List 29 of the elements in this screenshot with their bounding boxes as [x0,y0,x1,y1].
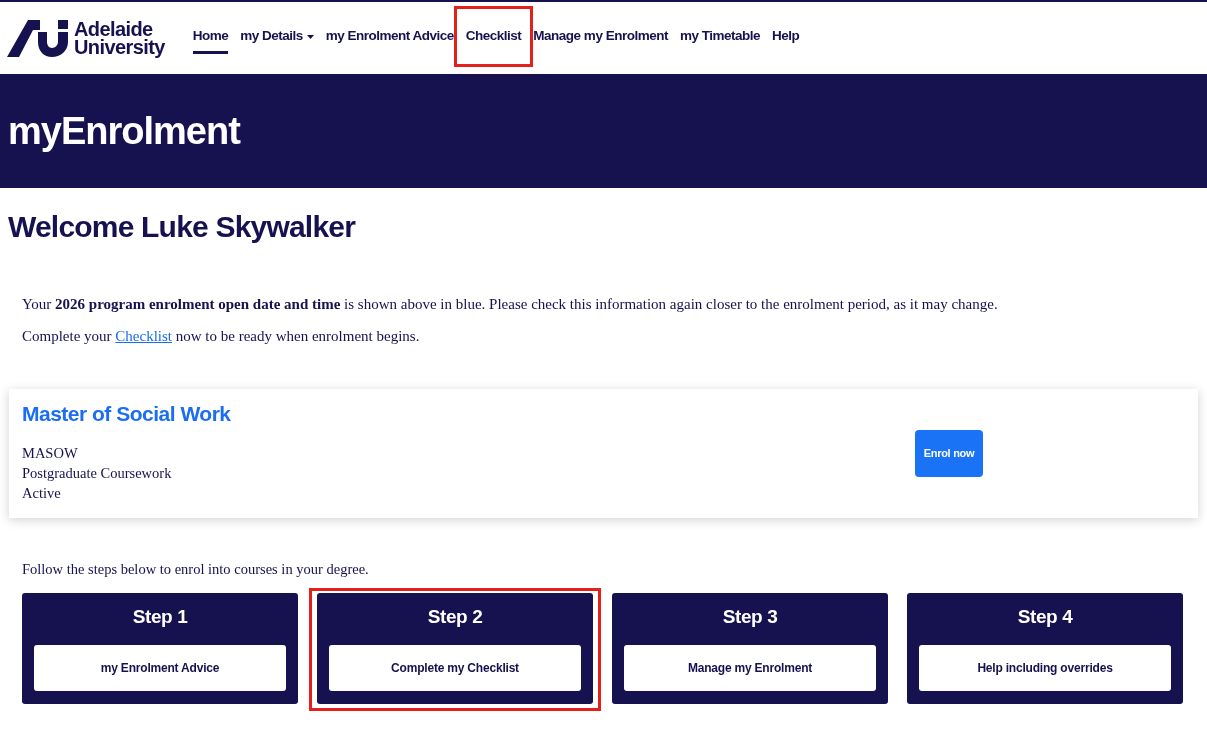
program-detail: Active [22,484,62,503]
step-button[interactable]: Complete my Checklist [329,645,581,691]
nav-link[interactable]: my Details [240,22,314,54]
steps-intro: Follow the steps below to enrol into courses in your degree. [21,560,370,578]
step-button[interactable]: my Enrolment Advice [34,645,286,691]
program-detail: MASOW [22,444,79,463]
step-title: Step 1 [132,605,188,629]
welcome-heading: Welcome Luke Skywalker [8,209,357,245]
program-detail: Postgraduate Coursework [22,464,173,483]
logo-text: Adelaide [74,20,153,38]
nav-link[interactable]: Help [771,22,800,54]
program-title: Master of Social Work [22,401,232,427]
banner-title: myEnrolment [8,108,240,154]
intro-paragraph: Complete your Checklist now to be ready when enrolment begins. [22,327,421,346]
nav-link[interactable]: my Timetable [679,22,760,54]
logo-mark-icon [7,19,68,57]
intro-paragraph: Your 2026 program enrolment open date and time is shown above in blue. Please check this information again closer to the enrolment period, as it may change. [22,295,999,314]
nav-link[interactable]: Home [192,22,229,54]
step-button[interactable]: Manage my Enrolment [624,645,876,691]
step-title: Step 3 [722,605,778,629]
nav-link[interactable]: my Enrolment Advice [325,22,454,54]
nav-link[interactable]: Checklist [465,22,522,54]
step-title: Step 2 [427,605,483,629]
checklist-link[interactable]: Checklist [115,328,172,344]
nav-link[interactable]: Manage my Enrolment [533,22,668,54]
enrol-now-button[interactable]: Enrol now [915,430,983,477]
logo-text: University [74,38,165,56]
step-button[interactable]: Help including overrides [919,645,1171,691]
step-title: Step 4 [1017,605,1073,629]
